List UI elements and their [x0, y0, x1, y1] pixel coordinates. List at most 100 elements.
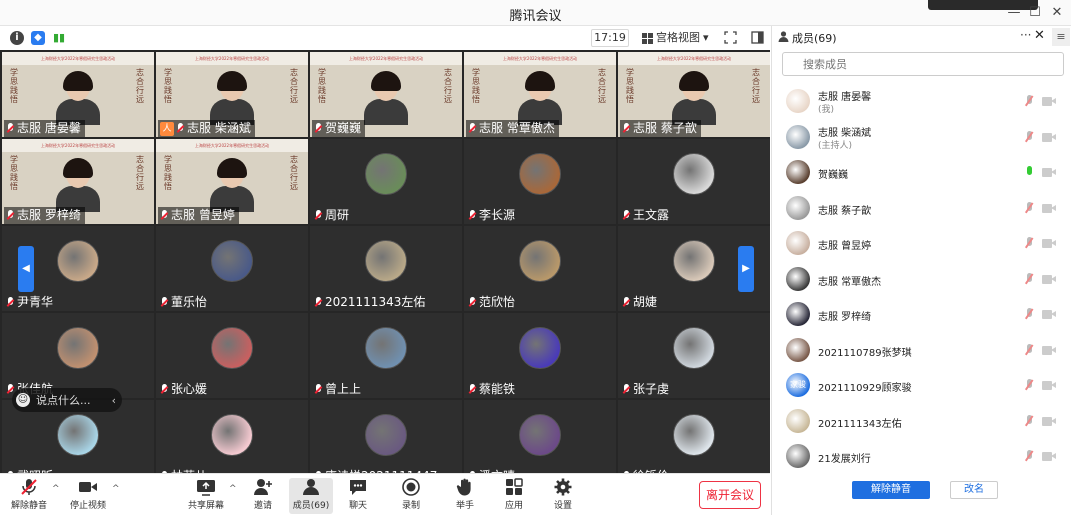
video-tile[interactable]: 上海财经大学2022年寒假研究生思政活动 学思践悟 志合行远 志服 罗梓绮 — [2, 139, 154, 224]
video-tile[interactable]: 张子虔 — [618, 313, 770, 398]
video-camera-icon[interactable] — [1042, 345, 1056, 355]
close-panel-button[interactable]: ✕ — [1034, 28, 1045, 43]
video-tile[interactable]: 徐铄伶 — [618, 400, 770, 473]
fullscreen-icon[interactable] — [724, 31, 737, 44]
member-row[interactable]: 家骏 2021110929顾家骏 — [772, 368, 1071, 402]
virtual-background-banner: 上海财经大学2022年寒假研究生思政活动 — [310, 52, 462, 65]
security-shield-icon[interactable]: ◆ — [31, 31, 45, 45]
member-row[interactable]: 志服 柴涵斌 (主持人) — [772, 120, 1071, 154]
member-row[interactable]: 2021110789张梦琪 — [772, 333, 1071, 367]
video-tile[interactable]: 唐诗悦2021111447 — [310, 400, 462, 473]
apps-button[interactable]: 应用 — [494, 478, 534, 511]
member-row[interactable]: 志服 曾昱婷 — [772, 226, 1071, 260]
panel-menu-icon[interactable]: ≡ — [1052, 28, 1070, 46]
mic-muted-icon[interactable] — [1024, 272, 1034, 286]
minimize-button[interactable]: — — [1003, 3, 1025, 23]
more-options-icon[interactable]: ··· — [1020, 28, 1031, 42]
invite-button[interactable]: 邀请 — [243, 478, 283, 511]
mic-muted-icon[interactable] — [1024, 130, 1034, 144]
mic-muted-icon[interactable] — [1024, 450, 1034, 463]
unmute-all-button[interactable]: 解除静音 — [852, 481, 930, 499]
share-screen-button[interactable]: 共享屏幕 — [185, 478, 227, 511]
member-name: 志服 唐晏馨 — [818, 92, 872, 103]
stop-video-button[interactable]: 停止视频 — [66, 478, 110, 511]
video-tile[interactable]: 上海财经大学2022年寒假研究生思政活动 学思践悟 志合行远人志服 柴涵斌 — [156, 52, 308, 137]
background-calligraphy-left: 学思践悟 — [472, 68, 480, 104]
close-window-button[interactable]: ✕ — [1046, 3, 1068, 23]
video-tile[interactable]: 李长源 — [464, 139, 616, 224]
video-camera-icon[interactable] — [1042, 452, 1056, 461]
avatar — [786, 195, 810, 220]
next-page-button[interactable]: ▶ — [738, 246, 754, 292]
video-camera-icon[interactable] — [1042, 381, 1056, 390]
video-tile[interactable]: 蔡能铁 — [464, 313, 616, 398]
record-button[interactable]: 录制 — [391, 478, 431, 511]
video-camera-icon[interactable] — [1042, 274, 1056, 284]
mic-muted-icon[interactable] — [1024, 343, 1034, 357]
video-tile[interactable]: 张佳航 — [2, 313, 154, 398]
video-camera-icon[interactable] — [1042, 97, 1056, 106]
view-mode-dropdown[interactable]: 宫格视图 ▾ — [638, 29, 713, 47]
unmute-button[interactable]: 解除静音 — [8, 478, 50, 511]
video-tile[interactable]: 曾上上 — [310, 313, 462, 398]
participant-name: 范欣怡 — [479, 295, 516, 309]
signal-strength-icon[interactable]: ▮▮ — [52, 31, 66, 45]
mic-on-icon[interactable] — [1024, 166, 1034, 179]
member-row[interactable]: 贺巍巍 — [772, 155, 1071, 189]
quick-chat-input[interactable]: ☺ 说点什么... ‹ — [12, 388, 122, 412]
previous-page-button[interactable]: ◀ — [18, 246, 34, 292]
raise-hand-button[interactable]: 举手 — [445, 478, 485, 511]
member-row[interactable]: 志服 唐晏馨 (我) — [772, 84, 1071, 118]
mic-muted-icon[interactable] — [1024, 201, 1034, 215]
video-camera-icon[interactable] — [1042, 168, 1056, 177]
settings-button[interactable]: 设置 — [543, 478, 583, 511]
video-tile[interactable]: 上海财经大学2022年寒假研究生思政活动 学思践悟 志合行远 志服 蔡子歆 — [618, 52, 770, 137]
video-tile[interactable]: 周研 — [310, 139, 462, 224]
audio-options-caret[interactable]: ^ — [52, 484, 60, 494]
video-tile[interactable]: 张心媛 — [156, 313, 308, 398]
video-camera-icon[interactable] — [1042, 132, 1056, 142]
video-tile[interactable]: 2021111343左佑 — [310, 226, 462, 311]
video-camera-icon[interactable] — [1042, 203, 1056, 213]
video-camera-icon[interactable] — [1042, 310, 1056, 319]
video-tile[interactable]: 林菲儿 — [156, 400, 308, 473]
share-options-caret[interactable]: ^ — [229, 484, 237, 494]
rename-button[interactable]: 改名 — [950, 481, 998, 499]
participant-video-feed — [518, 71, 562, 125]
participant-name-label: 志服 唐晏馨 — [4, 120, 85, 137]
member-row[interactable]: 志服 常覃傲杰 — [772, 262, 1071, 296]
leave-meeting-button[interactable]: 离开会议 — [699, 481, 761, 509]
video-options-caret[interactable]: ^ — [112, 484, 120, 494]
members-button[interactable]: 成员(69) — [289, 478, 333, 514]
chat-button[interactable]: 聊天 — [338, 478, 378, 511]
video-tile[interactable]: 上海财经大学2022年寒假研究生思政活动 学思践悟 志合行远 贺巍巍 — [310, 52, 462, 137]
mic-muted-icon[interactable] — [1024, 237, 1034, 250]
member-row[interactable]: 2021111343左佑 — [772, 404, 1071, 438]
mic-muted-icon — [468, 123, 477, 134]
mic-muted-icon[interactable] — [1024, 379, 1034, 392]
video-tile[interactable]: 王文露 — [618, 139, 770, 224]
participant-name-label: 人志服 柴涵斌 — [158, 120, 255, 137]
gear-icon — [554, 478, 572, 496]
participant-name: 周研 — [325, 208, 350, 222]
video-tile[interactable]: 范欣怡 — [464, 226, 616, 311]
mic-muted-icon[interactable] — [1024, 308, 1034, 321]
video-camera-icon[interactable] — [1042, 239, 1056, 248]
emoji-icon[interactable]: ☺ — [16, 393, 30, 407]
info-icon[interactable]: i — [10, 31, 24, 45]
search-members-input[interactable] — [782, 52, 1064, 76]
video-tile[interactable]: 上海财经大学2022年寒假研究生思政活动 学思践悟 志合行远 志服 常覃傲杰 — [464, 52, 616, 137]
mic-muted-icon[interactable] — [1024, 95, 1034, 108]
member-row[interactable]: 志服 罗梓绮 — [772, 297, 1071, 331]
member-row[interactable]: 21发展刘行 — [772, 439, 1071, 473]
member-row[interactable]: 志服 蔡子歆 — [772, 191, 1071, 225]
mic-muted-icon[interactable] — [1024, 414, 1034, 428]
video-tile[interactable]: 董乐怡 — [156, 226, 308, 311]
video-camera-icon[interactable] — [1042, 416, 1056, 426]
video-tile[interactable]: 上海财经大学2022年寒假研究生思政活动 学思践悟 志合行远 志服 曾昱婷 — [156, 139, 308, 224]
maximize-button[interactable]: ☐ — [1024, 3, 1046, 23]
collapse-chat-icon[interactable]: ‹ — [112, 394, 116, 407]
video-tile[interactable]: 上海财经大学2022年寒假研究生思政活动 学思践悟 志合行远 志服 唐晏馨 — [2, 52, 154, 137]
toggle-sidebar-icon[interactable] — [751, 31, 764, 44]
video-tile[interactable]: 潘文晴 — [464, 400, 616, 473]
